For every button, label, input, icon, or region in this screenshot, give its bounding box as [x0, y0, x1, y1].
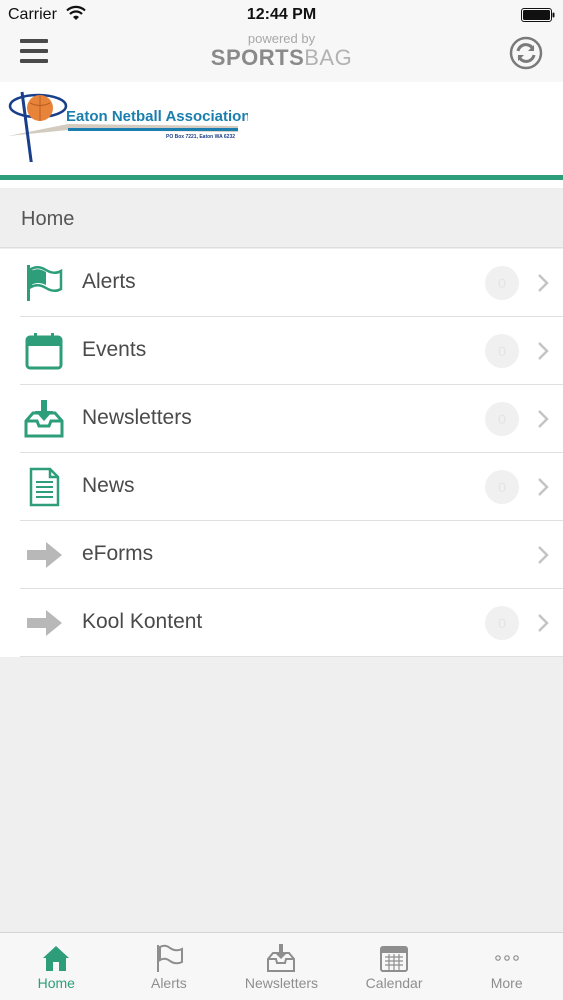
- club-banner: Eaton Netball Association PO Box 7221, E…: [0, 82, 563, 188]
- chevron-right-icon: [538, 614, 549, 632]
- more-icon: [494, 955, 519, 961]
- banner-divider: [0, 175, 563, 180]
- home-menu-list: Alerts 0 Events 0 Newsletters 0 News 0 e…: [0, 249, 563, 657]
- section-header: Home: [0, 188, 563, 248]
- clock: 12:44 PM: [246, 6, 317, 23]
- nav-bar: powered by SPORTSBAG: [0, 30, 563, 82]
- home-icon: [43, 946, 70, 971]
- battery-icon: [521, 8, 555, 22]
- tab-home[interactable]: Home: [0, 933, 113, 1000]
- chevron-right-icon: [538, 546, 549, 564]
- menu-item-eforms[interactable]: eForms: [20, 521, 563, 589]
- count-badge: 0: [485, 402, 519, 436]
- inbox-download-icon: [24, 400, 64, 438]
- menu-item-kool-kontent[interactable]: Kool Kontent 0: [20, 589, 563, 657]
- status-bar: Carrier 12:44 PM: [0, 0, 563, 30]
- chevron-right-icon: [538, 478, 549, 496]
- brand-light: BAG: [304, 45, 353, 70]
- count-badge: 0: [485, 470, 519, 504]
- menu-item-label: Kool Kontent: [82, 610, 203, 633]
- tab-label: Newsletters: [244, 975, 319, 991]
- sportsbag-logo: powered by SPORTSBAG: [0, 32, 563, 70]
- chevron-right-icon: [538, 342, 549, 360]
- menu-item-label: News: [82, 474, 135, 497]
- calendar-icon: [380, 946, 409, 972]
- org-address-logo-text: PO Box 7221, Eaton WA 6232: [166, 134, 235, 140]
- org-name-logo-text: Eaton Netball Association: [66, 108, 248, 125]
- powered-by-label: powered by: [247, 31, 316, 46]
- tab-label: Home: [37, 975, 75, 991]
- page-title: Home: [21, 208, 75, 230]
- tab-calendar[interactable]: Calendar: [338, 933, 451, 1000]
- tab-newsletters[interactable]: Newsletters: [225, 933, 338, 1000]
- refresh-icon[interactable]: [509, 36, 543, 70]
- count-badge: 0: [485, 334, 519, 368]
- tab-label: Calendar: [365, 975, 423, 991]
- tab-label: More: [490, 975, 523, 991]
- menu-item-events[interactable]: Events 0: [20, 317, 563, 385]
- brand-bold: SPORTS: [210, 45, 305, 70]
- arrow-right-icon: [27, 542, 62, 568]
- inbox-download-icon: [267, 944, 296, 972]
- flag-icon: [156, 944, 183, 972]
- arrow-right-icon: [27, 610, 62, 636]
- menu-item-label: Events: [82, 338, 147, 361]
- chevron-right-icon: [538, 274, 549, 292]
- count-badge: 0: [485, 266, 519, 300]
- tab-bar: Home Alerts Newsletters Calendar More: [0, 932, 563, 1000]
- menu-item-alerts[interactable]: Alerts 0: [20, 249, 563, 317]
- menu-item-label: eForms: [82, 542, 154, 565]
- menu-item-label: Alerts: [82, 270, 136, 293]
- tab-label: Alerts: [150, 975, 187, 991]
- chevron-right-icon: [538, 410, 549, 428]
- menu-item-newsletters[interactable]: Newsletters 0: [20, 385, 563, 453]
- tab-more[interactable]: More: [450, 933, 563, 1000]
- menu-item-news[interactable]: News 0: [20, 453, 563, 521]
- tab-alerts[interactable]: Alerts: [113, 933, 226, 1000]
- calendar-icon: [25, 333, 63, 370]
- document-icon: [29, 467, 60, 507]
- eaton-netball-logo: Eaton Netball Association PO Box 7221, E…: [8, 91, 248, 162]
- count-badge: 0: [485, 606, 519, 640]
- flag-icon: [27, 265, 63, 301]
- menu-item-label: Newsletters: [82, 406, 192, 429]
